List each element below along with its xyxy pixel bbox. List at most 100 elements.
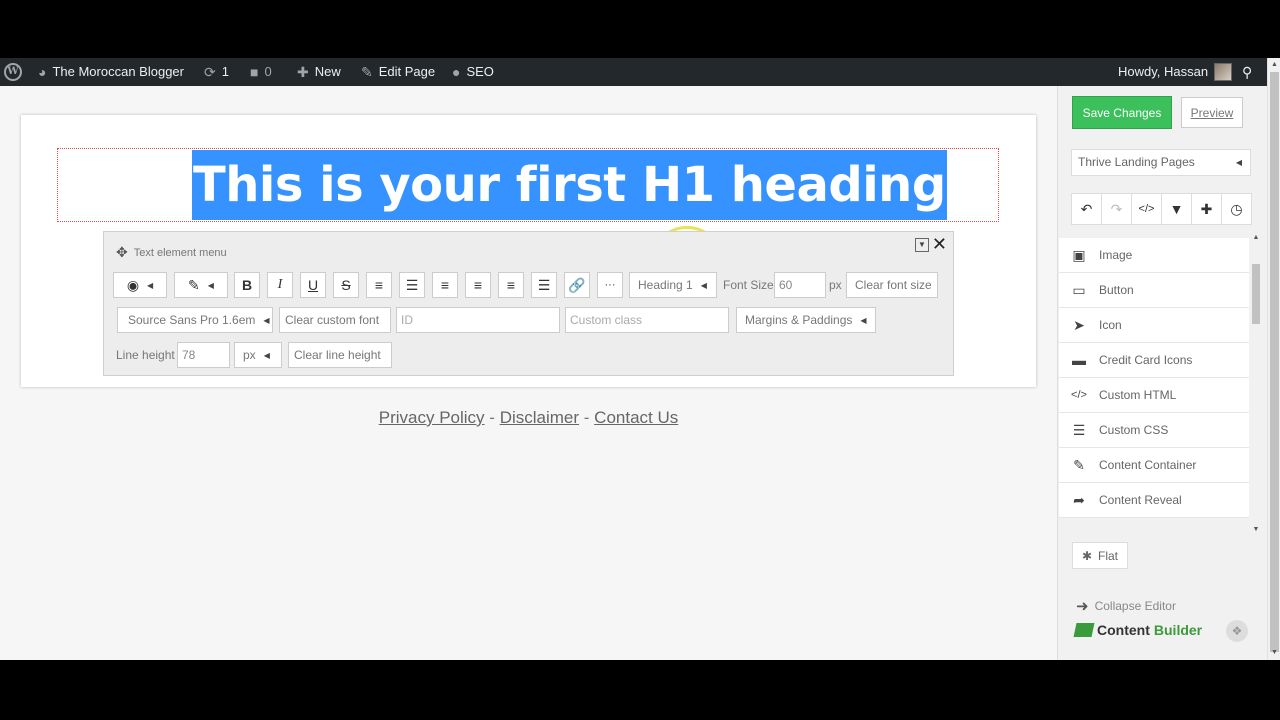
move-icon[interactable]: ✥ <box>116 244 128 261</box>
align-left-button[interactable]: ≡ <box>432 272 458 298</box>
privacy-policy-link[interactable]: Privacy Policy <box>379 408 485 427</box>
template-select[interactable]: Thrive Landing Pages ◀ <box>1071 149 1251 176</box>
align-right-button[interactable]: ≡ <box>498 272 524 298</box>
dropdown-arrow-icon: ◀ <box>860 315 867 325</box>
element-custom-html[interactable]: </> Custom HTML <box>1059 378 1249 413</box>
code-view-button[interactable]: </> <box>1131 193 1162 225</box>
element-content-container[interactable]: ✎ Content Container <box>1059 448 1249 483</box>
scroll-down-arrow-icon[interactable]: ▼ <box>1251 526 1261 534</box>
font-family-select[interactable]: Source Sans Pro 1.6em ◀ <box>117 307 273 333</box>
close-menu-button[interactable]: ✕ <box>932 234 947 255</box>
heading-select[interactable]: Heading 1 ◀ <box>629 272 717 298</box>
element-custom-css[interactable]: ☰ Custom CSS <box>1059 413 1249 448</box>
edit-page-link[interactable]: ✎ Edit Page <box>361 58 435 86</box>
text-element-menu: ✥ Text element menu ▼ ✕ ◉ ◀ ✎ ◀ B I U S ≡ … <box>103 231 954 376</box>
align-center-icon: ≡ <box>473 277 483 293</box>
dropdown-arrow-icon: ◀ <box>1235 158 1242 167</box>
page-heading[interactable]: This is your first H1 heading <box>192 150 947 220</box>
clear-custom-font-button[interactable]: Clear custom font <box>279 307 391 333</box>
preview-button[interactable]: Preview <box>1181 97 1243 128</box>
element-label: Button <box>1099 283 1134 297</box>
elements-scrollbar[interactable]: ▲ ▼ <box>1251 234 1261 534</box>
undo-button[interactable]: ↶ <box>1071 193 1102 225</box>
elements-list: ▣ Image ▭ Button ➤ Icon ▬ Credit Card Ic… <box>1059 234 1249 534</box>
new-label: New <box>314 64 341 79</box>
account-menu[interactable]: Howdy, Hassan <box>1118 58 1233 86</box>
menu-title[interactable]: ✥ Text element menu <box>116 244 227 261</box>
flat-style-button[interactable]: ✱ Flat <box>1072 542 1128 569</box>
heading-select-value: Heading 1 <box>638 278 693 292</box>
element-image[interactable]: ▣ Image <box>1059 238 1249 273</box>
edit-page-label: Edit Page <box>378 64 436 79</box>
seo-label: SEO <box>466 64 494 79</box>
align-left-icon: ≡ <box>440 277 450 293</box>
leaf-icon[interactable]: ❖ <box>1226 620 1248 642</box>
template-select-value: Thrive Landing Pages <box>1078 155 1195 169</box>
margins-paddings-select[interactable]: Margins & Paddings ◀ <box>736 307 876 333</box>
revision-history-button[interactable]: ◷ <box>1221 193 1252 225</box>
element-credit-card-icons[interactable]: ▬ Credit Card Icons <box>1059 343 1249 378</box>
bullet-list-button[interactable]: ≡ <box>366 272 392 298</box>
scroll-thumb[interactable] <box>1252 264 1260 324</box>
element-button[interactable]: ▭ Button <box>1059 273 1249 308</box>
history-icon: ◷ <box>1230 200 1243 217</box>
align-center-button[interactable]: ≡ <box>465 272 491 298</box>
font-family-value: Source Sans Pro 1.6em <box>128 313 256 327</box>
contact-us-link[interactable]: Contact Us <box>594 408 678 427</box>
italic-button[interactable]: I <box>267 272 293 298</box>
align-right-icon: ≡ <box>506 277 516 293</box>
element-icon[interactable]: ➤ Icon <box>1059 308 1249 343</box>
underline-button[interactable]: U <box>300 272 326 298</box>
scroll-up-arrow-icon[interactable]: ▲ <box>1251 234 1261 242</box>
color-picker-button[interactable]: ◉ ◀ <box>113 272 167 298</box>
element-label: Content Reveal <box>1099 493 1182 507</box>
updates-link[interactable]: ⟳ 1 <box>204 58 229 86</box>
minimize-menu-button[interactable]: ▼ <box>915 238 929 252</box>
heading-element[interactable]: This is your first H1 heading <box>57 148 999 222</box>
font-size-input[interactable]: 60 <box>774 272 826 298</box>
site-name-link[interactable]: ◕ The Moroccan Blogger <box>38 58 184 86</box>
new-content-link[interactable]: ✚ New <box>297 58 341 86</box>
palette-icon: ◉ <box>126 276 140 293</box>
clear-line-height-button[interactable]: Clear line height <box>288 342 392 368</box>
redo-button[interactable]: ↷ <box>1101 193 1132 225</box>
avatar <box>1214 63 1233 81</box>
admin-search-button[interactable]: ⚲ <box>1242 58 1252 86</box>
menu-title-text: Text element menu <box>133 246 227 259</box>
footer-separator: - <box>583 408 590 427</box>
admin-bar: W ◕ The Moroccan Blogger ⟳ 1 ■ 0 ✚ New ✎… <box>0 58 1280 86</box>
strikethrough-button[interactable]: S <box>333 272 359 298</box>
save-template-button[interactable]: ▼ <box>1161 193 1192 225</box>
element-label: Custom HTML <box>1099 388 1177 402</box>
line-height-unit-select[interactable]: px ◀ <box>234 342 282 368</box>
line-height-input[interactable]: 78 <box>177 342 230 368</box>
element-content-reveal[interactable]: ➦ Content Reveal <box>1059 483 1249 518</box>
disclaimer-link[interactable]: Disclaimer <box>500 408 579 427</box>
more-options-button[interactable]: ··· <box>597 272 623 298</box>
wordpress-logo-button[interactable]: W <box>4 58 22 86</box>
bullet-list-icon: ≡ <box>374 277 384 293</box>
numbered-list-button[interactable]: ☰ <box>399 272 425 298</box>
bold-button[interactable]: B <box>234 272 260 298</box>
updates-count: 1 <box>221 64 229 79</box>
window-scroll-thumb[interactable] <box>1270 72 1279 652</box>
comments-link[interactable]: ■ 0 <box>250 58 272 86</box>
save-changes-button[interactable]: Save Changes <box>1072 96 1172 129</box>
plus-icon: ✚ <box>297 64 309 80</box>
justify-icon: ☰ <box>537 276 551 293</box>
footer-separator: - <box>489 408 495 427</box>
window-scroll-down-icon[interactable]: ▼ <box>1268 648 1280 658</box>
font-size-label: Font Size <box>723 278 774 292</box>
id-input[interactable]: ID <box>396 307 560 333</box>
window-scrollbar[interactable]: ▲ ▼ <box>1267 58 1280 660</box>
custom-class-input[interactable]: Custom class <box>565 307 729 333</box>
dashboard-icon: ◕ <box>38 64 47 80</box>
clear-font-size-button[interactable]: Clear font size <box>846 272 938 298</box>
collapse-editor-button[interactable]: ➜ Collapse Editor <box>1076 597 1176 615</box>
seo-link[interactable]: ● SEO <box>452 58 494 86</box>
justify-button[interactable]: ☰ <box>531 272 557 298</box>
window-scroll-up-icon[interactable]: ▲ <box>1268 60 1280 70</box>
link-button[interactable]: 🔗 <box>564 272 590 298</box>
highlight-button[interactable]: ✎ ◀ <box>174 272 228 298</box>
add-element-button[interactable]: ✚ <box>1191 193 1222 225</box>
